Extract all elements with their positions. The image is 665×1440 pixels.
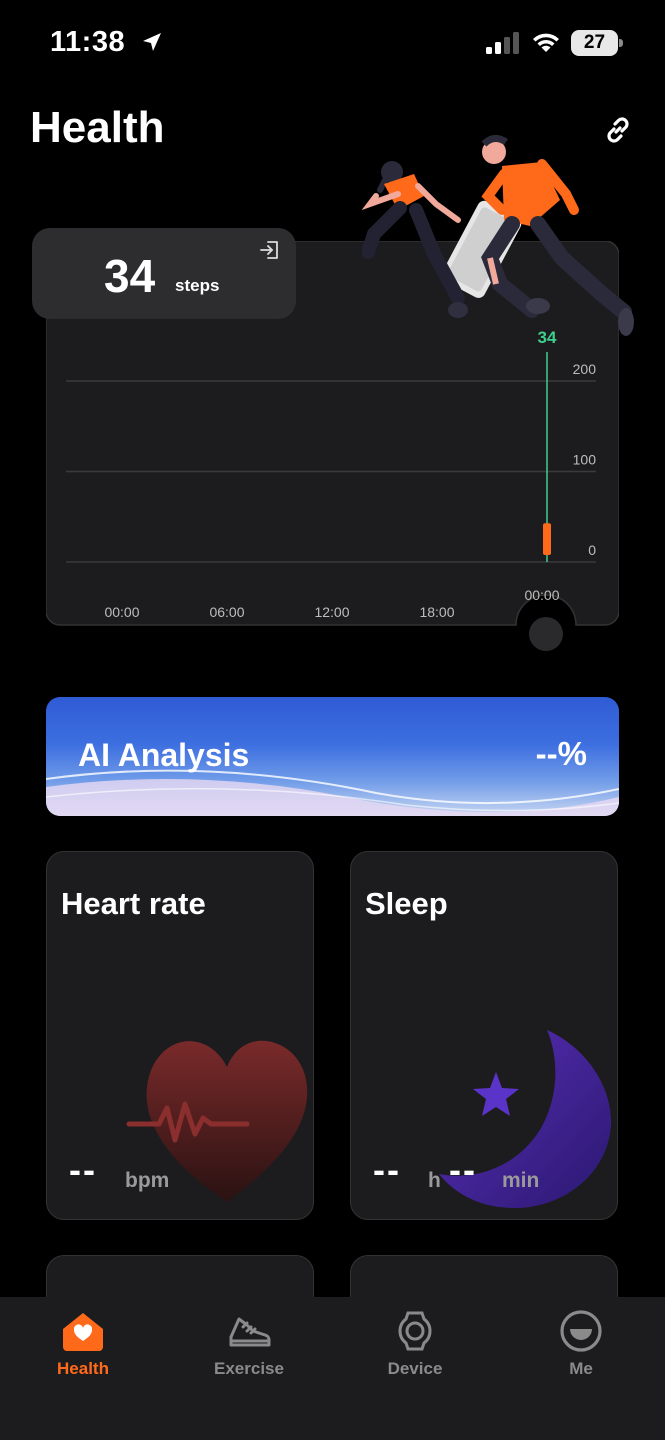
heart-rate-value: -- <box>69 1149 97 1190</box>
tab-bar: Health Exercise Device Me <box>0 1297 665 1440</box>
tab-device-label: Device <box>387 1359 443 1378</box>
sleep-minutes-unit: min <box>502 1169 540 1192</box>
ai-analysis-value: --% <box>535 735 587 772</box>
status-bar: 11:38 27 <box>0 0 665 90</box>
watch-icon <box>398 1311 432 1351</box>
tab-exercise-label: Exercise <box>214 1359 284 1378</box>
running-couple-illustration <box>362 135 634 336</box>
y-tick-label: 100 <box>573 452 597 468</box>
tab-me[interactable]: Me <box>498 1297 664 1397</box>
heart-rate-unit: bpm <box>125 1169 170 1192</box>
sleep-minutes-value: -- <box>449 1149 477 1190</box>
tab-health-label: Health <box>57 1359 109 1378</box>
location-arrow-icon <box>143 33 161 51</box>
cellular-signal-icon <box>486 32 519 54</box>
house-heart-icon <box>63 1313 103 1351</box>
battery-level: 27 <box>583 32 606 53</box>
x-tick-label: 06:00 <box>209 604 244 620</box>
sleep-title: Sleep <box>365 886 448 921</box>
status-time: 11:38 <box>50 26 126 58</box>
battery-indicator: 27 <box>571 30 623 56</box>
steps-bar <box>543 523 551 555</box>
x-tick-label: 00:00 <box>104 604 139 620</box>
tab-exercise[interactable]: Exercise <box>166 1297 332 1397</box>
y-tick-label: 0 <box>588 542 596 558</box>
ai-analysis-banner[interactable]: AI Analysis --% <box>46 697 619 816</box>
x-tick-label: 12:00 <box>314 604 349 620</box>
tab-device[interactable]: Device <box>332 1297 498 1397</box>
sleep-hours-unit: h <box>428 1169 441 1192</box>
heart-rate-title: Heart rate <box>61 886 206 921</box>
x-tick-label: 18:00 <box>419 604 454 620</box>
steps-summary[interactable]: 34 steps <box>32 228 296 319</box>
wifi-icon <box>533 33 559 52</box>
ai-analysis-title: AI Analysis <box>78 737 250 773</box>
sleep-card[interactable]: Sleep -- h -- min <box>350 851 618 1220</box>
tab-health[interactable]: Health <box>0 1297 166 1397</box>
page-title: Health <box>30 103 165 152</box>
steps-value: 34 <box>104 250 156 302</box>
selected-time-label: 00:00 <box>524 587 559 603</box>
heart-rate-card[interactable]: Heart rate -- bpm <box>46 851 314 1220</box>
y-tick-label: 200 <box>573 361 597 377</box>
steps-unit: steps <box>175 276 220 295</box>
tab-me-label: Me <box>569 1359 593 1378</box>
sneaker-icon <box>229 1317 271 1347</box>
face-icon <box>560 1310 602 1352</box>
enter-icon[interactable] <box>258 239 280 261</box>
sleep-hours-value: -- <box>373 1149 401 1190</box>
